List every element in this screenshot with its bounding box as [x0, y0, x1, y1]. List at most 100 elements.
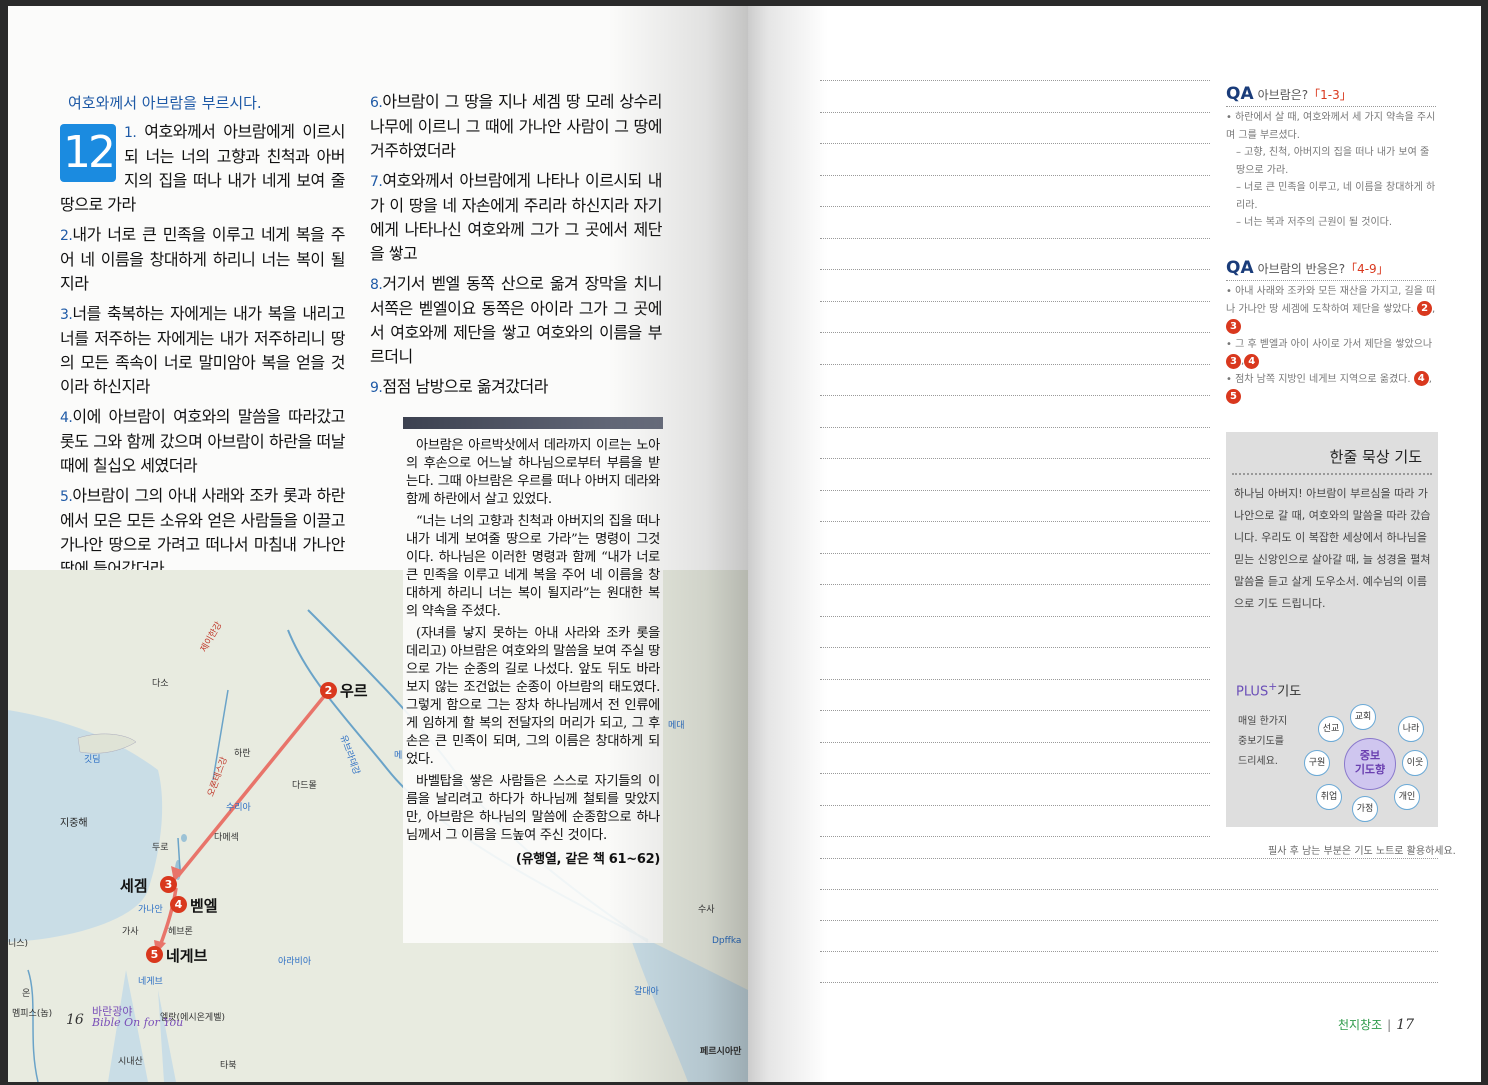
writing-line[interactable]	[820, 920, 1438, 921]
plus-suffix: 기도	[1277, 684, 1302, 700]
footer-separator: |	[1387, 1018, 1392, 1032]
writing-line[interactable]	[820, 647, 1210, 648]
place-tabuk: 타북	[220, 1061, 237, 1071]
writing-line[interactable]	[820, 395, 1210, 396]
writing-line[interactable]	[820, 458, 1210, 459]
place-damascus: 다메섹	[214, 833, 239, 843]
writing-line[interactable]	[820, 363, 1210, 365]
writing-line[interactable]	[820, 741, 1210, 743]
stop-marker-negev: 5	[146, 946, 163, 963]
writing-line[interactable]	[820, 111, 1210, 113]
qa-item-text: • 점차 남쪽 지방인 네게브 지역으로 옮겼다.	[1226, 373, 1411, 385]
writing-line[interactable]	[820, 521, 1210, 522]
commentary-paragraph: 바벨탑을 쌓은 사람들은 스스로 자기들의 이름을 날리려고 하다가 하나님께 …	[406, 774, 660, 843]
qa-item: • 그 후 벧엘과 아이 사이로 가서 제단을 쌓았으나 3,4	[1226, 338, 1433, 369]
writing-line[interactable]	[820, 237, 1210, 239]
gutter-shadow	[748, 6, 828, 1082]
verse-number: 5.	[60, 489, 73, 505]
qa-box-1: QA 아브람은?「1-3」 • 하란에서 살 때, 여호와께서 세 가지 약속을 …	[1226, 84, 1436, 232]
footer-brand: 바란광야 Bible On for You	[92, 1006, 183, 1028]
plus-label: PLUS	[1236, 684, 1269, 700]
verse-number: 3.	[60, 307, 73, 323]
region-syria: 수리아	[226, 803, 251, 813]
qa-item: • 아내 사래와 조카와 모든 재산을 가지고, 길을 떠나 가나안 땅 세겜에…	[1226, 286, 1436, 334]
footer-title: 천지창조	[1338, 1018, 1383, 1032]
place-sinai: 시내산	[118, 1057, 143, 1067]
region-cyprus: 깃딤	[84, 755, 101, 765]
writing-line[interactable]	[820, 269, 1210, 270]
place-gasa: 가사	[122, 927, 139, 937]
prayer-title: 한줄 묵상 기도	[1232, 432, 1432, 475]
qa-header: QA 아브람의 반응은?「4-9」	[1226, 258, 1436, 281]
writing-line[interactable]	[820, 426, 1210, 428]
stop-marker-bethel: 4	[170, 896, 187, 913]
verse-column-2: 6.아브람이 그 땅을 지나 세겜 땅 모레 상수리나무에 이르니 그 때에 가…	[370, 90, 663, 406]
region-media: 메대	[668, 721, 685, 731]
writing-line[interactable]	[820, 206, 1210, 207]
verse-text: 여호와께서 아브람에게 나타나 이르시되 내가 이 땅을 네 자손에게 주리라 …	[370, 171, 663, 263]
place-duro: 두로	[152, 843, 169, 853]
place-memphis: 멤피스(놉)	[12, 1009, 53, 1019]
section-title: 여호와께서 아브람을 부르시다.	[68, 94, 262, 112]
bubble-employment: 취업	[1316, 784, 1342, 810]
region-chaldea: 갈대아	[634, 987, 659, 997]
commentary-box: 아브람은 아르박삿에서 데라까지 이르는 노아의 후손으로 어느날 하나님으로부…	[403, 417, 663, 943]
commentary-source: (유행열, 같은 책 61~62)	[515, 852, 660, 867]
writing-line[interactable]	[820, 951, 1438, 952]
place-dpffka: Dpffka	[712, 936, 742, 946]
stop-label-shechem: 세겜	[120, 877, 148, 895]
region-persian-gulf: 페르시아만	[700, 1047, 742, 1057]
region-mediterranean: 지중해	[60, 818, 88, 829]
verse-number: 2.	[60, 228, 73, 244]
bubble-individual: 개인	[1394, 784, 1420, 810]
verse-text: 내가 너로 큰 민족을 이루고 네게 복을 주어 네 이름을 창대하게 하리니 …	[60, 225, 346, 293]
writing-line[interactable]	[820, 300, 1210, 302]
writing-line[interactable]	[820, 889, 1438, 890]
qa-line: – 고향, 친척, 아버지의 집을 떠나 내가 보여 줄 땅으로 가라.	[1236, 147, 1430, 176]
verse-7: 7.여호와께서 아브람에게 나타나 이르시되 내가 이 땅을 네 자손에게 주리…	[370, 169, 663, 266]
writing-line[interactable]	[820, 615, 1210, 617]
stop-label-bethel: 벧엘	[190, 897, 218, 915]
writing-line[interactable]	[820, 858, 1438, 859]
qa-item: • 점차 남쪽 지방인 네게브 지역으로 옮겼다. 4,5	[1226, 371, 1432, 404]
center-line: 중보	[1359, 749, 1381, 762]
place-dasu: 다소	[152, 679, 169, 689]
stop-tag: 4	[1244, 353, 1260, 369]
writing-line[interactable]	[820, 80, 1210, 81]
qa-title: 아브람의 반응은?	[1257, 262, 1346, 276]
right-page: QA 아브람은?「1-3」 • 하란에서 살 때, 여호와께서 세 가지 약속을 …	[748, 6, 1481, 1082]
prayer-box: 한줄 묵상 기도 하나님 아버지! 아브람이 부르심을 따라 가나안으로 갈 때…	[1226, 432, 1438, 827]
writing-line[interactable]	[820, 143, 1210, 144]
writing-line[interactable]	[820, 552, 1210, 554]
writing-line[interactable]	[820, 773, 1210, 774]
plus-prayer-text: 매일 한가지 중보기도를 드리세요.	[1238, 712, 1287, 772]
writing-line[interactable]	[820, 174, 1210, 176]
qa-ref: 「1-3」	[1308, 88, 1352, 102]
verse-text: 아브람이 그의 아내 사래와 조카 롯과 하란에서 모은 모든 소유와 얻은 사…	[60, 486, 346, 578]
prayer-note-hint: 필사 후 남는 부분은 기도 노트로 활용하세요.	[1268, 846, 1456, 857]
place-haran: 하란	[234, 749, 251, 759]
commentary-paragraph: 아브람은 아르박삿에서 데라까지 이르는 노아의 후손으로 어느날 하나님으로부…	[406, 438, 660, 507]
verse-8: 8.거기서 벧엘 동쪽 산으로 옮겨 장막을 치니 서쪽은 벧엘이요 동쪽은 아…	[370, 272, 663, 369]
stop-label-negev: 네게브	[166, 947, 208, 965]
commentary-paragraph: “너는 너의 고향과 친척과 아버지의 집을 떠나 내가 네게 보여줄 땅으로 …	[406, 514, 660, 619]
plus-line: 드리세요.	[1238, 756, 1278, 767]
verse-4: 4.이에 아브람이 여호와의 말씀을 따라갔고 롯도 그와 함께 갔으며 아브람…	[60, 405, 346, 478]
center-line: 기도향	[1354, 763, 1386, 776]
writing-line[interactable]	[820, 332, 1210, 333]
writing-line[interactable]	[820, 982, 1438, 983]
place-susa: 수사	[698, 905, 715, 915]
writing-line[interactable]	[820, 710, 1210, 711]
prayer-text: 하나님 아버지! 아브람이 부르심을 따라 가나안으로 갈 때, 여호와의 말씀…	[1234, 487, 1431, 610]
verse-number: 8.	[370, 277, 383, 293]
place-hebron: 헤브론	[168, 927, 193, 937]
writing-line[interactable]	[820, 584, 1210, 585]
qa-ref: 「4-9」	[1345, 262, 1389, 276]
writing-line[interactable]	[820, 489, 1210, 491]
writing-line[interactable]	[820, 678, 1210, 680]
verse-2: 2.내가 너로 큰 민족을 이루고 네게 복을 주어 네 이름을 창대하게 하리…	[60, 223, 346, 296]
writing-line[interactable]	[820, 804, 1210, 806]
writing-line[interactable]	[820, 836, 1210, 837]
plus-prayer-heading: PLUS+기도	[1236, 680, 1301, 699]
verse-9: 9.점점 남방으로 옮겨갔더라	[370, 375, 662, 400]
